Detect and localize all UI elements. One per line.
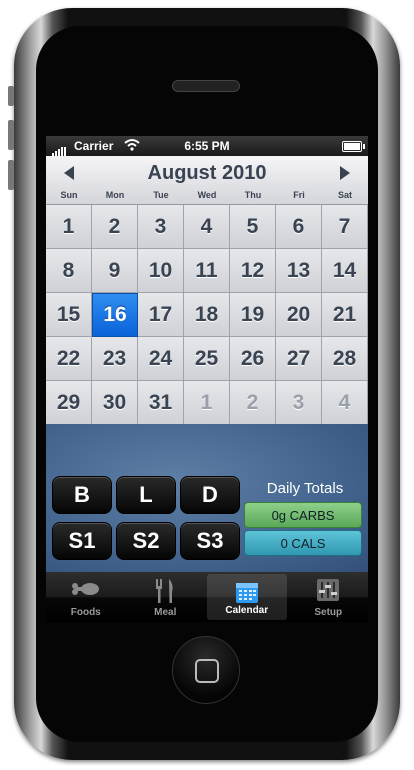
calendar-day[interactable]: 27: [276, 337, 322, 381]
tab-setup-label: Setup: [314, 607, 343, 618]
calendar-day[interactable]: 28: [322, 337, 368, 381]
meal-button-dinner[interactable]: D: [180, 476, 240, 514]
next-month-arrow-icon[interactable]: [340, 166, 350, 180]
calendar-day-selected[interactable]: 16: [92, 293, 138, 337]
calendar-day[interactable]: 24: [138, 337, 184, 381]
calendar-day[interactable]: 20: [276, 293, 322, 337]
tab-calendar-label: Calendar: [225, 605, 269, 616]
calendar-day[interactable]: 25: [184, 337, 230, 381]
weekday-label: Thu: [244, 190, 262, 200]
calendar-day-next-month[interactable]: 4: [322, 381, 368, 425]
calendar-grid: 1 2 3 4 5 6 7 8 9 10 11 12 13 14 15 16 17 18 19 20 21 22 23 24 2…: [46, 204, 368, 425]
mute-switch: [8, 86, 14, 106]
battery-icon: [342, 141, 365, 152]
calendar-day[interactable]: 29: [46, 381, 92, 425]
sliders-icon: [317, 579, 340, 601]
calendar-day[interactable]: 1: [46, 205, 92, 249]
volume-down-button: [8, 160, 14, 190]
meal-button-snack-2[interactable]: S2: [116, 522, 176, 560]
calendar-day[interactable]: 30: [92, 381, 138, 425]
calendar-day[interactable]: 21: [322, 293, 368, 337]
calendar-day[interactable]: 13: [276, 249, 322, 293]
meal-button-snack-1[interactable]: S1: [52, 522, 112, 560]
screen: Carrier 6:55 PM August 2010 Sun Mon Tue Wed…: [46, 136, 368, 622]
status-time: 6:55 PM: [184, 139, 230, 153]
meal-button-snack-3[interactable]: S3: [180, 522, 240, 560]
calendar-day[interactable]: 12: [230, 249, 276, 293]
calendar-day[interactable]: 3: [138, 205, 184, 249]
weekday-label: Tue: [153, 190, 169, 200]
calendar-day[interactable]: 6: [276, 205, 322, 249]
tab-foods-label: Foods: [70, 607, 101, 618]
calendar-day[interactable]: 5: [230, 205, 276, 249]
calendar-day-next-month[interactable]: 1: [184, 381, 230, 425]
calendar-day[interactable]: 7: [322, 205, 368, 249]
cals-total: 0 CALS: [244, 530, 362, 556]
weekday-labels: Sun Mon Tue Wed Thu Fri Sat: [46, 190, 368, 202]
calendar-day[interactable]: 8: [46, 249, 92, 293]
calendar-day-next-month[interactable]: 2: [230, 381, 276, 425]
weekday-label: Mon: [105, 190, 125, 200]
weekday-label: Sat: [337, 190, 352, 200]
tab-meal-label: Meal: [154, 607, 177, 618]
weekday-label: Sun: [60, 190, 78, 200]
status-bar: Carrier 6:55 PM: [46, 136, 368, 156]
calendar-day[interactable]: 26: [230, 337, 276, 381]
meal-button-lunch[interactable]: L: [116, 476, 176, 514]
month-title: August 2010: [147, 162, 267, 184]
calendar-day[interactable]: 4: [184, 205, 230, 249]
calendar-day[interactable]: 11: [184, 249, 230, 293]
calendar-day[interactable]: 18: [184, 293, 230, 337]
calendar-day-next-month[interactable]: 3: [276, 381, 322, 425]
calendar-day[interactable]: 17: [138, 293, 184, 337]
calendar-day[interactable]: 15: [46, 293, 92, 337]
calendar-day[interactable]: 22: [46, 337, 92, 381]
calendar-day[interactable]: 2: [92, 205, 138, 249]
drumstick-icon: [71, 583, 99, 595]
carbs-total: 0g CARBS: [244, 502, 362, 528]
speaker-grille: [172, 80, 240, 92]
home-square-icon: [195, 659, 219, 683]
tab-foods[interactable]: Foods: [46, 572, 126, 622]
meal-button-breakfast[interactable]: B: [52, 476, 112, 514]
meal-panel: B L D S1 S2 S3 Daily Totals 0g CARBS 0 C…: [46, 424, 368, 572]
fork-knife-icon: [156, 579, 173, 603]
tab-calendar[interactable]: Calendar: [207, 574, 287, 620]
tab-bar: Foods Meal Calendar Setup: [46, 572, 368, 622]
calendar-day[interactable]: 31: [138, 381, 184, 425]
calendar-day[interactable]: 19: [230, 293, 276, 337]
calendar-day[interactable]: 9: [92, 249, 138, 293]
home-button[interactable]: [172, 636, 240, 704]
volume-up-button: [8, 120, 14, 150]
weekday-label: Fri: [293, 190, 305, 200]
calendar-icon: [235, 583, 258, 603]
calendar-header: August 2010 Sun Mon Tue Wed Thu Fri Sat: [46, 156, 368, 204]
weekday-label: Wed: [197, 190, 217, 200]
daily-totals-label: Daily Totals: [266, 480, 344, 497]
calendar-day[interactable]: 10: [138, 249, 184, 293]
calendar-day[interactable]: 23: [92, 337, 138, 381]
tab-setup[interactable]: Setup: [289, 572, 369, 622]
calendar-day[interactable]: 14: [322, 249, 368, 293]
tab-meal[interactable]: Meal: [126, 572, 206, 622]
